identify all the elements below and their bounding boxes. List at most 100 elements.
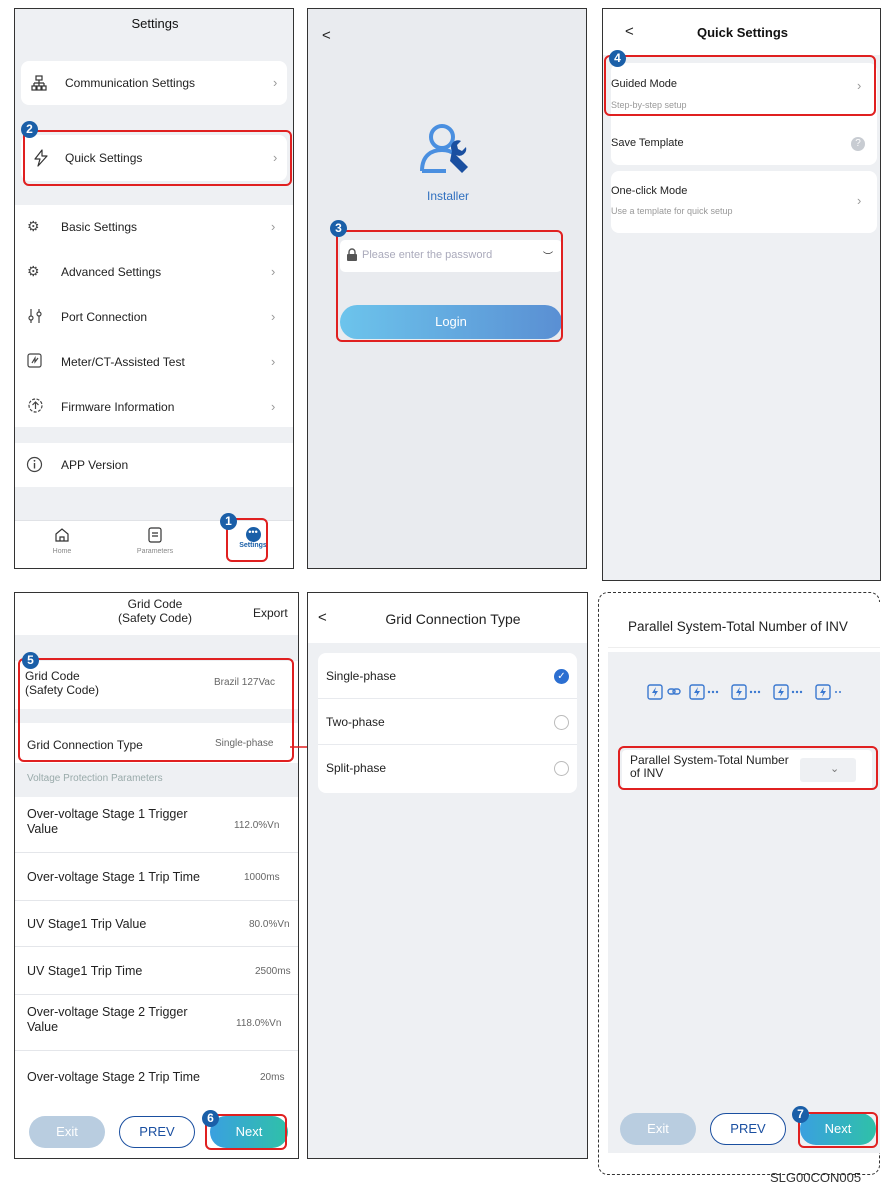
grid-connection-type-screen: < Grid Connection Type Single-phase ✓ Tw…: [307, 592, 588, 1159]
step-badge: 7: [792, 1106, 809, 1123]
param-value: 2500ms: [255, 966, 291, 977]
menu-item-basic[interactable]: ⚙ Basic Settings ›: [15, 205, 293, 249]
tab-home[interactable]: Home: [45, 527, 79, 555]
param-value: 1000ms: [244, 872, 280, 883]
option-label: Two-phase: [326, 715, 385, 729]
item-subtitle: Use a template for quick setup: [611, 206, 733, 216]
step-badge: 1: [220, 513, 237, 530]
highlight-total-inv: [618, 746, 878, 790]
gear-icon: ⚙: [27, 218, 40, 234]
tab-label: Home: [52, 548, 72, 555]
param-row[interactable]: UV Stage1 Trip Value 80.0%Vn: [15, 901, 298, 947]
step-badge: 4: [609, 50, 626, 67]
option-two-phase[interactable]: Two-phase: [318, 699, 577, 745]
menu-item-label: Meter/CT-Assisted Test: [61, 355, 185, 369]
menu-item-communication[interactable]: Communication Settings ›: [21, 61, 287, 105]
param-row[interactable]: Over-voltage Stage 1 Trigger Value 112.0…: [15, 797, 298, 853]
param-row[interactable]: UV Stage1 Trip Time 2500ms: [15, 947, 298, 995]
item-title: Save Template: [611, 137, 684, 149]
role-label: Installer: [426, 189, 470, 203]
option-label: Split-phase: [326, 761, 387, 775]
menu-item-label: Port Connection: [61, 310, 148, 324]
form-area: [608, 734, 880, 1153]
header: < Grid Connection Type: [308, 593, 587, 643]
page-title: Grid Connection Type: [385, 611, 521, 627]
page-title: Quick Settings: [696, 25, 789, 40]
exit-button[interactable]: Exit: [620, 1113, 696, 1145]
menu-item-meter[interactable]: Meter/CT-Assisted Test ›: [15, 340, 293, 384]
chevron-right-icon: ›: [271, 399, 276, 414]
page-title: Grid Code (Safety Code): [117, 597, 193, 625]
port-icon: [28, 309, 42, 323]
param-label: UV Stage1 Trip Time: [27, 964, 143, 978]
back-button[interactable]: <: [322, 27, 331, 44]
option-label: Single-phase: [326, 669, 397, 683]
help-icon[interactable]: ?: [851, 137, 865, 151]
exit-button[interactable]: Exit: [29, 1116, 105, 1148]
param-label: Over-voltage Stage 2 Trip Time: [27, 1070, 200, 1084]
topology-area: [608, 652, 880, 734]
home-icon: [55, 528, 69, 542]
back-button[interactable]: <: [318, 609, 327, 626]
advanced-gear-icon: ⚙: [27, 263, 40, 279]
options-list: Single-phase ✓ Two-phase Split-phase: [318, 653, 577, 793]
param-value: 112.0%Vn: [234, 820, 280, 831]
figure-caption: SLG00CON005: [770, 1170, 862, 1185]
prev-button[interactable]: PREV: [119, 1116, 195, 1148]
menu-item-label: Firmware Information: [61, 400, 175, 414]
step-badge: 2: [21, 121, 38, 138]
menu-item-label: Communication Settings: [65, 76, 196, 90]
tab-parameters[interactable]: Parameters: [130, 527, 180, 555]
param-label: Over-voltage Stage 2 Trigger Value: [27, 1005, 188, 1034]
param-label: UV Stage1 Trip Value: [27, 917, 147, 931]
oneclick-mode-item[interactable]: One-click Mode Use a template for quick …: [611, 171, 877, 233]
highlight-quick-settings: [23, 130, 292, 186]
menu-item-port[interactable]: Port Connection ›: [15, 295, 293, 339]
export-button[interactable]: Export: [253, 606, 288, 620]
section-header: Voltage Protection Parameters: [15, 763, 298, 797]
chevron-right-icon: ›: [271, 354, 276, 369]
info-icon: [26, 456, 43, 473]
menu-item-app-version[interactable]: APP Version: [15, 443, 293, 487]
menu-item-firmware[interactable]: Firmware Information ›: [15, 385, 293, 429]
section-label: Voltage Protection Parameters: [27, 773, 163, 784]
check-icon: ✓: [554, 669, 569, 684]
page-title: Parallel System-Total Number of INV: [628, 619, 848, 634]
param-row[interactable]: Over-voltage Stage 2 Trigger Value 118.0…: [15, 995, 298, 1051]
param-label: Over-voltage Stage 1 Trigger Value: [27, 807, 188, 836]
param-row[interactable]: Over-voltage Stage 1 Trip Time 1000ms: [15, 853, 298, 901]
menu-item-label: Basic Settings: [61, 220, 138, 234]
network-icon: [31, 75, 47, 91]
option-split-phase[interactable]: Split-phase: [318, 745, 577, 791]
parameters-icon: [148, 527, 162, 543]
installer-icon: [420, 124, 468, 173]
meter-icon: [27, 353, 42, 368]
param-label: Over-voltage Stage 1 Trip Time: [27, 870, 200, 884]
tab-label: Parameters: [136, 548, 174, 555]
menu-item-advanced[interactable]: ⚙ Advanced Settings ›: [15, 250, 293, 294]
prev-button[interactable]: PREV: [710, 1113, 786, 1145]
parallel-system-screen: Parallel System-Total Number of INV Para…: [608, 602, 880, 1153]
highlight-grid-code: [18, 658, 294, 762]
settings-list: ⚙ Basic Settings › ⚙ Advanced Settings ›…: [15, 205, 293, 429]
chevron-right-icon: ›: [271, 264, 276, 279]
chevron-right-icon: ›: [271, 309, 276, 324]
menu-item-label: APP Version: [61, 458, 129, 472]
highlight-guided-mode: [604, 55, 876, 116]
radio-icon: [554, 715, 569, 730]
save-template-item[interactable]: Save Template ?: [611, 135, 877, 163]
param-value: 20ms: [260, 1072, 285, 1083]
highlight-next: [798, 1112, 878, 1148]
param-row[interactable]: Over-voltage Stage 2 Trip Time 20ms: [15, 1051, 298, 1103]
settings-screen: Settings Communication Settings › Quick …: [14, 8, 294, 569]
firmware-icon: [28, 398, 43, 413]
highlight-login: [336, 230, 563, 342]
chevron-right-icon: ›: [857, 193, 862, 208]
step-badge: 3: [330, 220, 347, 237]
inverter-chain-icon: [647, 684, 841, 700]
option-single-phase[interactable]: Single-phase ✓: [318, 653, 577, 699]
chevron-right-icon: ›: [273, 75, 278, 90]
header: Parallel System-Total Number of INV: [608, 602, 880, 648]
header: < Quick Settings: [603, 9, 880, 55]
step-badge: 5: [22, 652, 39, 669]
